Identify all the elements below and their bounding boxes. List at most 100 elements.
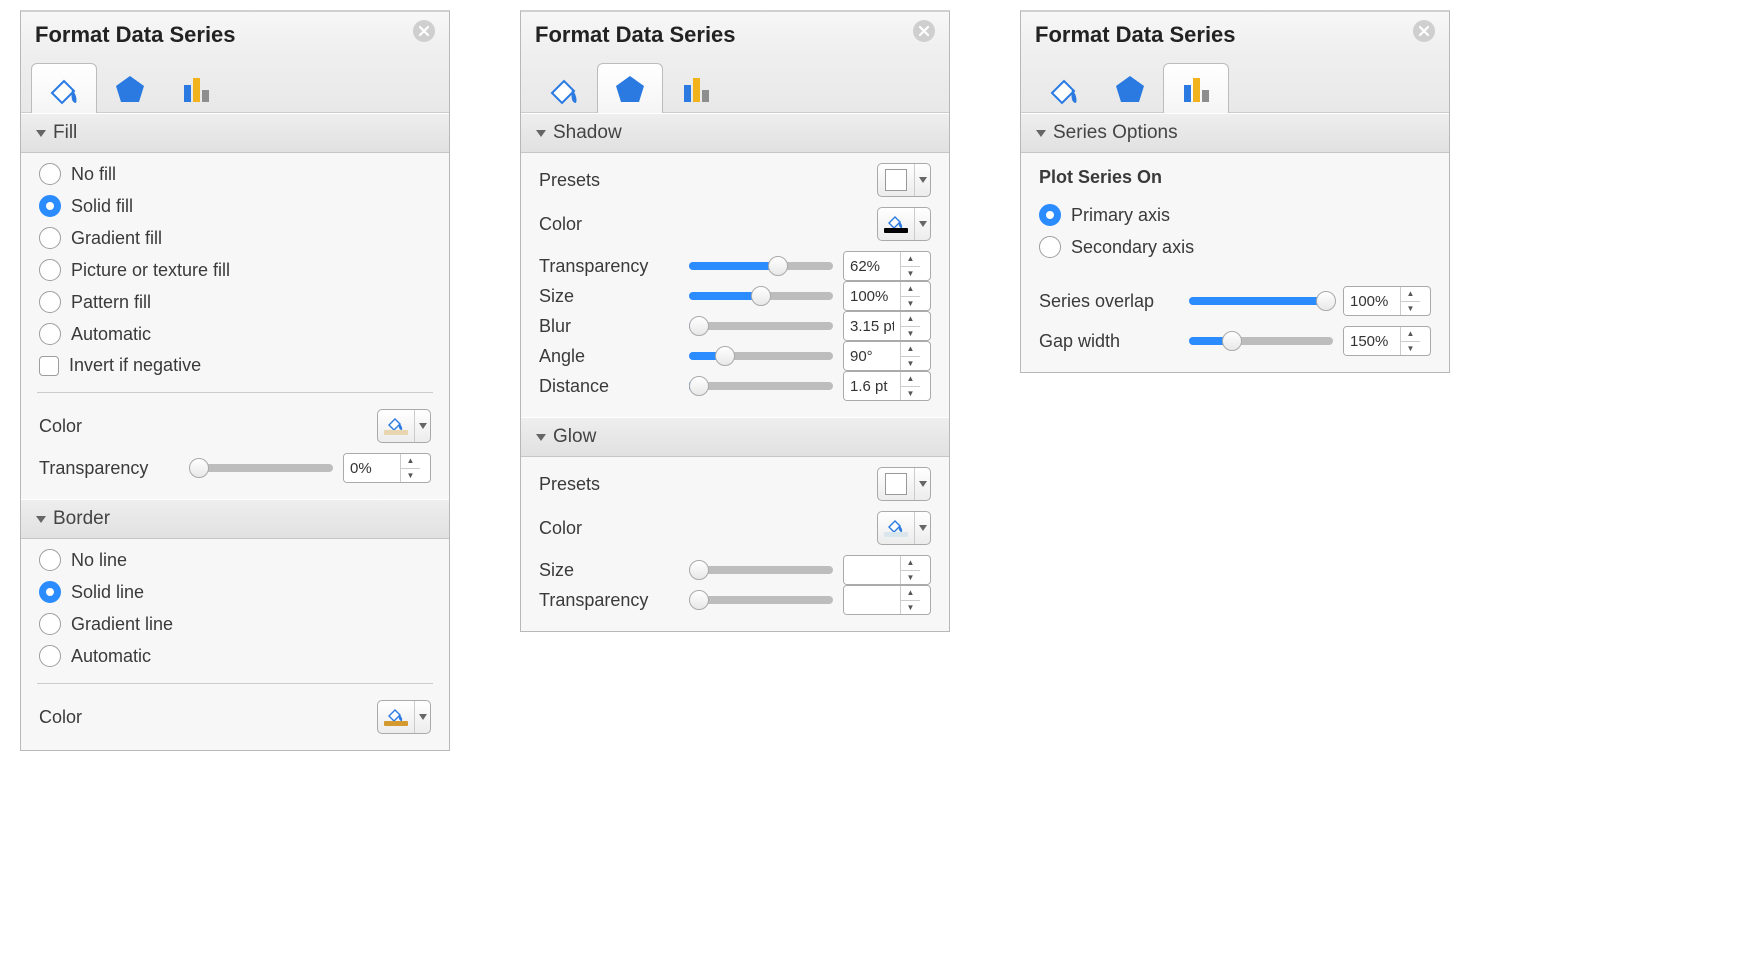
shadow-label: Blur	[539, 316, 679, 337]
section-border-head[interactable]: Border	[21, 499, 449, 539]
tab-series[interactable]	[163, 63, 229, 113]
step-up[interactable]: ▲	[1401, 287, 1420, 302]
shadow-value[interactable]	[844, 342, 900, 370]
glow-input[interactable]: ▲▼	[843, 585, 931, 615]
shadow-value[interactable]	[844, 282, 900, 310]
fill-opt-gradient[interactable]: Gradient fill	[39, 227, 431, 249]
gap-width-slider[interactable]	[1189, 337, 1333, 345]
step-down[interactable]: ▼	[901, 601, 920, 615]
border-color-picker[interactable]	[377, 700, 431, 734]
step-down[interactable]: ▼	[901, 571, 920, 585]
step-down[interactable]: ▼	[1401, 302, 1420, 316]
panel-title: Format Data Series	[535, 22, 736, 48]
step-up[interactable]: ▲	[401, 454, 420, 469]
paint-bucket-icon	[387, 416, 405, 430]
tab-effects[interactable]	[1097, 63, 1163, 113]
shadow-slider[interactable]	[689, 352, 833, 360]
gap-width-input[interactable]: ▲▼	[1343, 326, 1431, 356]
step-up[interactable]: ▲	[901, 312, 920, 327]
fill-color-label: Color	[39, 416, 163, 437]
close-button[interactable]	[913, 20, 935, 42]
border-opt-none[interactable]: No line	[39, 549, 431, 571]
shadow-input[interactable]: ▲▼	[843, 251, 931, 281]
shadow-value[interactable]	[844, 312, 900, 340]
shadow-slider[interactable]	[689, 382, 833, 390]
step-down[interactable]: ▼	[901, 357, 920, 371]
series-overlap-value[interactable]	[1344, 287, 1400, 315]
chevron-down-icon	[919, 480, 927, 488]
glow-slider[interactable]	[689, 566, 833, 574]
shadow-slider[interactable]	[689, 292, 833, 300]
section-fill-head[interactable]: Fill	[21, 113, 449, 153]
glow-color-row: Color	[539, 511, 931, 545]
tab-effects[interactable]	[597, 63, 663, 113]
plot-primary[interactable]: Primary axis	[1039, 204, 1431, 226]
step-down[interactable]: ▼	[901, 297, 920, 311]
plot-opt-label: Secondary axis	[1071, 237, 1194, 258]
glow-slider[interactable]	[689, 596, 833, 604]
step-up[interactable]: ▲	[901, 342, 920, 357]
shadow-input[interactable]: ▲▼	[843, 281, 931, 311]
fill-opt-picture[interactable]: Picture or texture fill	[39, 259, 431, 281]
shadow-slider[interactable]	[689, 262, 833, 270]
fill-transparency-slider[interactable]	[189, 464, 333, 472]
fill-opt-auto[interactable]: Automatic	[39, 323, 431, 345]
step-down[interactable]: ▼	[901, 267, 920, 281]
tab-effects[interactable]	[97, 63, 163, 113]
paint-bucket-icon	[46, 71, 82, 107]
tab-fill[interactable]	[31, 63, 97, 113]
shadow-presets-row: Presets	[539, 163, 931, 197]
tab-fill[interactable]	[531, 63, 597, 113]
fill-opt-pattern[interactable]: Pattern fill	[39, 291, 431, 313]
step-down[interactable]: ▼	[901, 387, 920, 401]
shadow-presets-picker[interactable]	[877, 163, 931, 197]
section-fill-label: Fill	[53, 122, 77, 144]
glow-value[interactable]	[844, 556, 900, 584]
step-down[interactable]: ▼	[401, 469, 420, 483]
step-up[interactable]: ▲	[1401, 327, 1420, 342]
bar-chart-icon	[178, 71, 214, 107]
glow-presets-picker[interactable]	[877, 467, 931, 501]
shadow-value[interactable]	[844, 252, 900, 280]
step-up[interactable]: ▲	[901, 556, 920, 571]
invert-if-negative[interactable]: Invert if negative	[39, 355, 431, 376]
tab-fill[interactable]	[1031, 63, 1097, 113]
plot-opt-label: Primary axis	[1071, 205, 1170, 226]
fill-transparency-input[interactable]: ▲▼	[343, 453, 431, 483]
fill-opt-solid[interactable]: Solid fill	[39, 195, 431, 217]
shadow-color-picker[interactable]	[877, 207, 931, 241]
gap-width-value[interactable]	[1344, 327, 1400, 355]
shadow-value[interactable]	[844, 372, 900, 400]
shadow-slider[interactable]	[689, 322, 833, 330]
step-up[interactable]: ▲	[901, 252, 920, 267]
section-glow-head[interactable]: Glow	[521, 417, 949, 457]
glow-value[interactable]	[844, 586, 900, 614]
step-down[interactable]: ▼	[1401, 342, 1420, 356]
close-button[interactable]	[1413, 20, 1435, 42]
fill-opt-no-fill[interactable]: No fill	[39, 163, 431, 185]
step-up[interactable]: ▲	[901, 372, 920, 387]
close-button[interactable]	[413, 20, 435, 42]
glow-color-picker[interactable]	[877, 511, 931, 545]
shadow-row-4: Distance▲▼	[539, 371, 931, 401]
series-overlap-slider[interactable]	[1189, 297, 1333, 305]
series-overlap-input[interactable]: ▲▼	[1343, 286, 1431, 316]
section-series-head[interactable]: Series Options	[1021, 113, 1449, 153]
fill-transparency-value[interactable]	[344, 454, 400, 482]
step-up[interactable]: ▲	[901, 282, 920, 297]
triangle-down-icon	[35, 513, 47, 525]
border-opt-gradient[interactable]: Gradient line	[39, 613, 431, 635]
border-opt-auto[interactable]: Automatic	[39, 645, 431, 667]
shadow-input[interactable]: ▲▼	[843, 311, 931, 341]
step-up[interactable]: ▲	[901, 586, 920, 601]
plot-secondary[interactable]: Secondary axis	[1039, 236, 1431, 258]
tab-series[interactable]	[1163, 63, 1229, 113]
section-shadow-head[interactable]: Shadow	[521, 113, 949, 153]
border-opt-solid[interactable]: Solid line	[39, 581, 431, 603]
shadow-input[interactable]: ▲▼	[843, 341, 931, 371]
shadow-input[interactable]: ▲▼	[843, 371, 931, 401]
glow-input[interactable]: ▲▼	[843, 555, 931, 585]
tab-series[interactable]	[663, 63, 729, 113]
fill-color-picker[interactable]	[377, 409, 431, 443]
step-down[interactable]: ▼	[901, 327, 920, 341]
